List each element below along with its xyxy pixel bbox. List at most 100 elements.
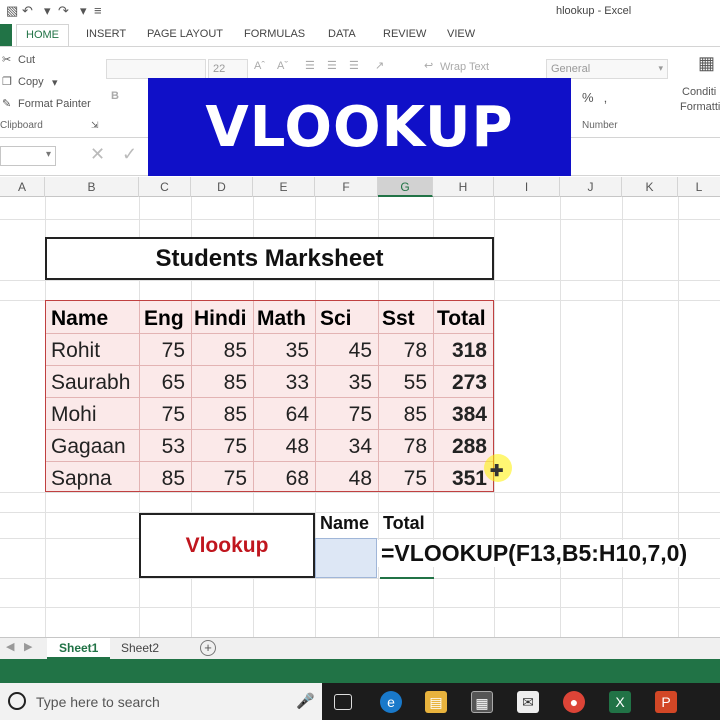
edge-icon[interactable]: e <box>380 691 402 713</box>
sheet-tab-sheet2[interactable]: Sheet2 <box>109 638 171 660</box>
format-painter-button[interactable]: Format Painter <box>18 98 91 110</box>
table-cell[interactable]: 45 <box>315 335 378 367</box>
table-header-name[interactable]: Name <box>51 303 108 335</box>
scroll-left-icon[interactable]: ◀ <box>6 640 14 653</box>
tab-view[interactable]: VIEW <box>447 28 475 40</box>
table-cell[interactable]: 53 <box>139 431 191 463</box>
dialog-launcher-icon[interactable]: ⇲ <box>91 120 99 131</box>
conditional-formatting-label-2[interactable]: Formatti <box>680 101 720 113</box>
powerpoint-icon[interactable]: P <box>655 691 677 713</box>
percent-button[interactable]: % <box>582 90 594 105</box>
lookup-name-input-cell[interactable] <box>315 538 377 578</box>
table-cell[interactable]: 75 <box>378 463 433 495</box>
table-header-hindi[interactable]: Hindi <box>194 303 247 335</box>
font-size-select[interactable]: 22 <box>208 59 248 79</box>
taskbar-search[interactable]: Type here to search 🎤 <box>0 683 322 720</box>
table-cell[interactable]: 85 <box>191 399 253 431</box>
table-cell[interactable]: 35 <box>315 367 378 399</box>
cortana-icon[interactable] <box>8 692 26 710</box>
table-cell[interactable]: 75 <box>315 399 378 431</box>
column-header-j[interactable]: J <box>560 177 622 197</box>
column-header-g[interactable]: G <box>378 177 433 197</box>
marks-table[interactable]: Name Eng Hindi Math Sci Sst Total Rohit … <box>45 300 494 492</box>
file-tab[interactable] <box>0 24 12 46</box>
tab-page-layout[interactable]: PAGE LAYOUT <box>147 28 223 40</box>
excel-icon[interactable]: X <box>609 691 631 713</box>
table-cell[interactable]: 68 <box>253 463 315 495</box>
tab-home[interactable]: HOME <box>16 24 69 47</box>
marksheet-title[interactable]: Students Marksheet <box>45 237 494 280</box>
chevron-down-icon[interactable]: ▾ <box>52 76 58 89</box>
column-header-b[interactable]: B <box>45 177 139 197</box>
table-cell[interactable]: 48 <box>253 431 315 463</box>
microphone-icon[interactable]: 🎤 <box>296 692 315 710</box>
table-cell[interactable]: 64 <box>253 399 315 431</box>
table-cell[interactable]: 85 <box>191 367 253 399</box>
column-header-e[interactable]: E <box>253 177 315 197</box>
add-sheet-icon[interactable]: + <box>200 640 216 656</box>
dropdown-icon[interactable]: ▾ <box>44 3 51 19</box>
wrap-text-button[interactable]: Wrap Text <box>440 61 489 73</box>
table-cell[interactable]: Mohi <box>51 399 97 431</box>
column-header-i[interactable]: I <box>494 177 560 197</box>
table-header-math[interactable]: Math <box>257 303 306 335</box>
vlookup-label-box[interactable]: Vlookup <box>139 513 315 578</box>
align-middle-icon[interactable]: ☰ <box>327 59 337 72</box>
table-cell[interactable]: 65 <box>139 367 191 399</box>
vlookup-formula-cell[interactable]: =VLOOKUP(F13,B5:H10,7,0) <box>377 540 688 567</box>
column-header-c[interactable]: C <box>139 177 191 197</box>
table-header-sci[interactable]: Sci <box>320 303 352 335</box>
column-header-a[interactable]: A <box>0 177 45 197</box>
column-header-d[interactable]: D <box>191 177 253 197</box>
lookup-total-header[interactable]: Total <box>383 513 425 534</box>
column-header-h[interactable]: H <box>433 177 494 197</box>
table-cell[interactable]: 75 <box>191 463 253 495</box>
table-cell-total[interactable]: 288 <box>433 431 493 463</box>
sheet-tab-sheet1[interactable]: Sheet1 <box>47 638 111 660</box>
file-explorer-icon[interactable]: ▤ <box>425 691 447 713</box>
name-box[interactable]: ▾ <box>0 146 56 166</box>
table-cell[interactable]: 34 <box>315 431 378 463</box>
font-name-select[interactable] <box>106 59 206 79</box>
tab-insert[interactable]: INSERT <box>86 28 126 40</box>
column-header-k[interactable]: K <box>622 177 678 197</box>
store-icon[interactable]: ▦ <box>471 691 493 713</box>
shrink-font-icon[interactable]: Aˇ <box>277 60 288 72</box>
tab-data[interactable]: DATA <box>328 28 356 40</box>
table-cell[interactable]: 78 <box>378 335 433 367</box>
chrome-icon[interactable]: ● <box>563 691 585 713</box>
tab-review[interactable]: REVIEW <box>383 28 426 40</box>
undo-icon[interactable]: ↶ <box>22 3 33 19</box>
table-cell[interactable]: 78 <box>378 431 433 463</box>
table-cell[interactable]: 85 <box>378 399 433 431</box>
table-cell[interactable]: 85 <box>139 463 191 495</box>
table-header-sst[interactable]: Sst <box>382 303 415 335</box>
table-cell[interactable]: Rohit <box>51 335 100 367</box>
table-header-eng[interactable]: Eng <box>144 303 184 335</box>
number-format-select[interactable]: General ▾ <box>546 59 668 79</box>
column-header-f[interactable]: F <box>315 177 378 197</box>
save-icon[interactable]: ▧ <box>6 3 18 19</box>
align-bottom-icon[interactable]: ☰ <box>349 59 359 72</box>
redo-icon[interactable]: ↷ <box>58 3 69 19</box>
customize-icon[interactable]: ≡ <box>94 3 102 18</box>
bold-button[interactable]: B <box>111 90 119 102</box>
copy-button[interactable]: Copy <box>18 76 44 88</box>
tab-formulas[interactable]: FORMULAS <box>244 28 305 40</box>
conditional-formatting-icon[interactable]: ▦ <box>698 53 715 74</box>
comma-style-icon[interactable]: ‚ <box>604 90 607 105</box>
table-header-total[interactable]: Total <box>437 303 486 335</box>
table-cell[interactable]: 33 <box>253 367 315 399</box>
cancel-icon[interactable]: ✕ <box>90 144 105 165</box>
table-cell[interactable]: 35 <box>253 335 315 367</box>
table-cell[interactable]: 85 <box>191 335 253 367</box>
table-cell[interactable]: Sapna <box>51 463 112 495</box>
align-top-icon[interactable]: ☰ <box>305 59 315 72</box>
task-view-icon[interactable] <box>334 694 352 710</box>
cut-button[interactable]: Cut <box>18 54 35 66</box>
table-cell[interactable]: Gagaan <box>51 431 126 463</box>
lookup-name-header[interactable]: Name <box>320 513 369 534</box>
orientation-icon[interactable]: ↗ <box>375 59 384 72</box>
table-cell[interactable]: Saurabh <box>51 367 130 399</box>
table-cell[interactable]: 75 <box>139 335 191 367</box>
